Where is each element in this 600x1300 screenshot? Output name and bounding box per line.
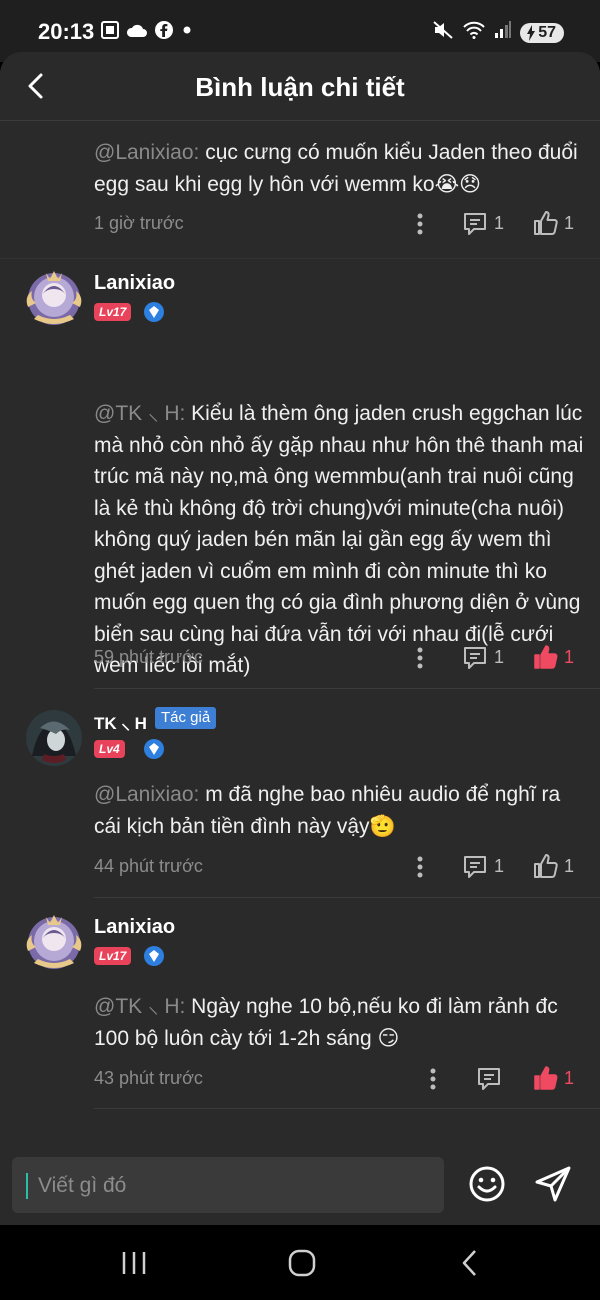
wifi-icon [462, 20, 486, 45]
vip-icon [144, 302, 164, 322]
reply-icon[interactable] [476, 1066, 504, 1092]
comment-author[interactable]: TK ⸜ H [94, 711, 147, 734]
level-badge: Lv17 [94, 947, 132, 965]
text-caret [26, 1173, 28, 1199]
level-badge: Lv4 [94, 740, 125, 758]
author-tag: Tác giả [155, 707, 217, 729]
comment-mention[interactable]: @Lanixiao: [94, 141, 199, 164]
home-icon [288, 1249, 316, 1277]
cloud-icon [126, 21, 148, 44]
emoji-button[interactable] [468, 1165, 506, 1203]
reply-icon[interactable] [462, 854, 490, 880]
smiley-icon [469, 1166, 505, 1202]
screenshot-icon [100, 20, 120, 45]
avatar[interactable] [22, 267, 86, 331]
comment-mention[interactable]: @Lanixiao: [94, 783, 199, 806]
battery-indicator: 57 [520, 22, 564, 43]
send-icon [535, 1166, 571, 1202]
vip-icon [144, 946, 164, 966]
like-icon[interactable] [532, 852, 560, 880]
comment-time: 59 phút trước [94, 647, 203, 667]
comment-text: @Lanixiao: m đã nghe bao nhiêu audio để … [94, 779, 584, 842]
system-nav-bar [0, 1225, 600, 1300]
home-button[interactable] [282, 1247, 322, 1279]
vip-icon [144, 739, 164, 759]
comment-time: 1 giờ trước [94, 213, 184, 233]
send-button[interactable] [534, 1165, 572, 1203]
reply-count: 1 [494, 213, 505, 233]
comment-meta: 1 giờ trước 1 1 [94, 209, 584, 239]
like-count: 1 [564, 856, 575, 876]
like-icon-filled[interactable] [532, 1064, 560, 1092]
more-options-icon[interactable] [421, 1066, 445, 1092]
recent-apps-button[interactable] [114, 1247, 154, 1279]
reply-count: 1 [494, 647, 505, 667]
comment-time: 43 phút trước [94, 1068, 203, 1088]
comment-author[interactable]: Lanixiao [94, 916, 175, 939]
recents-icon [122, 1252, 146, 1274]
mute-icon [432, 20, 454, 45]
comment-input[interactable]: Viết gì đó [12, 1157, 444, 1213]
like-count: 1 [564, 647, 575, 667]
avatar[interactable] [22, 706, 86, 770]
battery-level: 57 [538, 23, 556, 41]
status-time: 20:13 [38, 19, 95, 44]
like-icon-filled[interactable] [532, 643, 560, 671]
header: Bình luận chi tiết [0, 52, 600, 120]
comment-text: @TK ⸜ H: Kiểu là thèm ông jaden crush eg… [94, 398, 584, 682]
more-options-icon[interactable] [408, 211, 432, 237]
comment-mention[interactable]: @TK ⸜ H: [94, 402, 185, 425]
input-placeholder: Viết gì đó [38, 1174, 127, 1197]
more-options-icon[interactable] [408, 645, 432, 671]
comment-divider [94, 1108, 600, 1109]
comment-text: @TK ⸜ H: Ngày nghe 10 bộ,nếu ko đi làm r… [94, 991, 584, 1054]
facebook-icon [154, 20, 174, 45]
comment-text: @Lanixiao: cục cưng có muốn kiểu Jaden t… [94, 137, 584, 200]
reply-count: 1 [494, 856, 505, 876]
comment-input-bar: Viết gì đó [0, 1145, 600, 1225]
comment-meta: 43 phút trước 1 [94, 1064, 584, 1094]
level-badge: Lv17 [94, 303, 132, 321]
comment-divider [94, 688, 600, 689]
like-icon[interactable] [532, 209, 560, 237]
like-count: 1 [564, 1068, 575, 1088]
back-icon [462, 1250, 476, 1276]
comment-meta: 59 phút trước 1 1 [94, 643, 584, 673]
page-title: Bình luận chi tiết [195, 72, 405, 102]
reply-icon[interactable] [462, 645, 490, 671]
signal-icon [494, 20, 512, 45]
comment-meta: 44 phút trước 1 1 [94, 852, 584, 882]
comment-mention[interactable]: @TK ⸜ H: [94, 995, 185, 1018]
header-divider [0, 120, 600, 121]
comment-detail-sheet: Bình luận chi tiết @Lanixiao: cục cưng c… [0, 52, 600, 1224]
like-count: 1 [564, 213, 575, 233]
comment-divider [94, 897, 600, 898]
comment-body: Kiểu là thèm ông jaden crush eggchan lúc… [94, 402, 584, 677]
comment-time: 44 phút trước [94, 856, 203, 876]
back-nav-button[interactable] [450, 1247, 490, 1279]
dot-icon [180, 23, 194, 42]
reply-icon[interactable] [462, 211, 490, 237]
more-options-icon[interactable] [408, 854, 432, 880]
comment-divider [0, 258, 600, 259]
comment-author[interactable]: Lanixiao [94, 272, 175, 295]
avatar[interactable] [22, 911, 86, 975]
